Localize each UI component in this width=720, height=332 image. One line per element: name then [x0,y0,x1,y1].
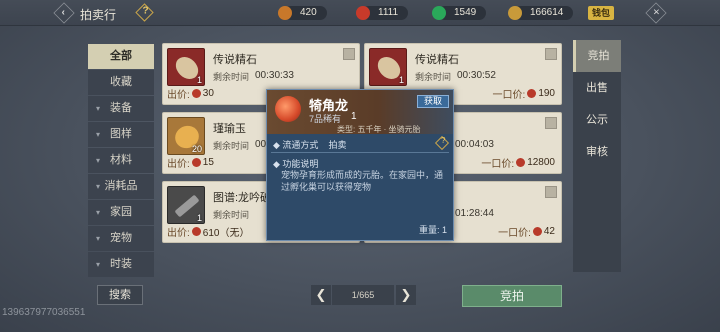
tab-bid[interactable]: 竞拍 [573,40,621,72]
chevron-down-icon: ▾ [96,208,101,217]
item-quantity: 1 [196,213,202,223]
close-button[interactable]: × [645,2,667,24]
item-name: 瑾瑜玉 [213,123,246,135]
category-all[interactable]: 全部 [88,44,154,69]
buyout-price: 一口价: 42 [498,226,555,239]
page-title: 拍卖行 [80,8,117,22]
buyout-price: 一口价: 190 [492,88,555,101]
red-coin-icon [191,158,201,167]
red-coin-icon [527,89,537,98]
buyout-price: 一口价: 12800 [481,157,555,170]
top-bar: ‹ 拍卖行 ? 420 1111 1549 166614 钱包 × [0,0,720,26]
user-id: 1396379770365​51 [2,307,86,318]
prev-page-button[interactable]: ❮ [311,285,331,305]
search-button[interactable]: 搜索 [97,285,143,305]
tooltip-weight: 重量: 1 [418,225,447,235]
help-button[interactable]: ? [135,3,154,22]
select-checkbox[interactable] [545,186,557,198]
tooltip-help-button[interactable]: ? [434,135,450,151]
egg-icon [275,96,301,122]
item-name: 传说精石 [213,54,257,66]
category-home[interactable]: ▾ 家园 [88,200,154,225]
remaining-time: 00:30:52 [457,70,496,81]
tab-public[interactable]: 公示 [573,104,621,136]
category-favorites[interactable]: 收藏 [88,70,154,95]
close-icon: × [653,5,660,19]
tab-review[interactable]: 审核 [573,136,621,168]
select-checkbox[interactable] [545,117,557,129]
remaining-time: 01:28:44 [455,208,494,219]
select-checkbox[interactable] [343,48,355,60]
circulation-row: ◆ 流通方式 拍卖 [273,140,347,150]
item-name: 传说精石 [415,54,459,66]
wallet-button[interactable]: 钱包 [588,6,614,20]
item-quantity: 20 [191,144,202,154]
scroll-icon [174,194,200,218]
currency-value: 166614 [514,6,574,20]
back-button[interactable]: ‹ [53,2,75,24]
remaining-time-label: 剩余时间 [213,72,250,82]
remaining-time: 00:04:03 [455,139,494,150]
copper-coin-icon [508,6,522,20]
obtain-button[interactable]: 获取 [417,95,449,108]
function-description: 宠物孕育形成而成的元胎。在家园中，通过孵化巢可以获得宠物 [281,170,444,192]
chevron-down-icon: ▾ [96,130,101,139]
tab-sell[interactable]: 出售 [573,72,621,104]
red-coin-icon [532,227,542,236]
remaining-time-label: 剩余时间 [213,141,250,151]
item-thumbnail: 1 [369,48,407,86]
help-icon: ? [142,5,149,17]
tooltip-quantity: 1 [351,111,357,122]
category-fashion[interactable]: ▾ 时装 [88,252,154,277]
jade-icon [432,6,446,20]
item-thumbnail: 20 [167,117,205,155]
bid-price: 出价: 610（无） [167,227,250,239]
tooltip-header: 犄角龙 7品稀有 1 获取 类型: 五千年 · 坐骑元胎 [267,90,453,134]
currency-jade: 1549 [432,5,487,21]
chevron-down-icon: ▾ [96,104,101,113]
category-patterns[interactable]: ▾ 图样 [88,122,154,147]
page-indicator: 1/665 [332,285,394,305]
chevron-down-icon: ▾ [96,156,101,165]
category-consumables[interactable]: ▾ 消耗品 [88,174,154,199]
item-thumbnail: 1 [167,48,205,86]
remaining-time-label: 剩余时间 [415,72,452,82]
next-page-button[interactable]: ❯ [396,285,416,305]
chevron-down-icon: ▾ [96,260,101,269]
red-coin-icon [356,6,370,20]
gold-ingot-icon [278,6,292,20]
tooltip-type: 类型: 五千年 · 坐骑元胎 [337,125,421,134]
remaining-time: 00:30:33 [255,70,294,81]
bid-price: 出价: 15 [167,157,214,170]
bid-price: 出价: 30 [167,88,214,101]
select-checkbox[interactable] [545,48,557,60]
help-icon: ? [440,136,446,146]
chevron-down-icon: ▾ [96,182,101,191]
divider [271,152,449,153]
item-name: 图谱:龙吟破 [213,192,272,204]
currency-copper: 166614 [508,5,574,21]
category-pets[interactable]: ▾ 宠物 [88,226,154,251]
currency-gold: 420 [278,5,327,21]
back-icon: ‹ [61,6,65,18]
category-materials[interactable]: ▾ 材料 [88,148,154,173]
red-coin-icon [191,89,201,98]
bid-button[interactable]: 竞拍 [462,285,562,307]
item-thumbnail: 1 [167,186,205,224]
remaining-time-label: 剩余时间 [213,210,250,220]
red-coin-icon [191,227,201,236]
item-tooltip: 犄角龙 7品稀有 1 获取 类型: 五千年 · 坐骑元胎 ◆ 流通方式 拍卖 ? … [266,89,454,241]
item-quantity: 1 [398,75,404,85]
category-equipment[interactable]: ▾ 装备 [88,96,154,121]
red-coin-icon [516,158,526,167]
item-quantity: 1 [196,75,202,85]
currency-red: 1111 [356,5,409,21]
category-list: 全部 收藏 ▾ 装备 ▾ 图样 ▾ 材料 ▾ 消耗品 ▾ 家园 ▾ 宠物 ▾ 时装 [88,44,154,278]
chevron-down-icon: ▾ [96,234,101,243]
right-tab-bar: 竞拍 出售 公示 审核 [573,40,621,272]
